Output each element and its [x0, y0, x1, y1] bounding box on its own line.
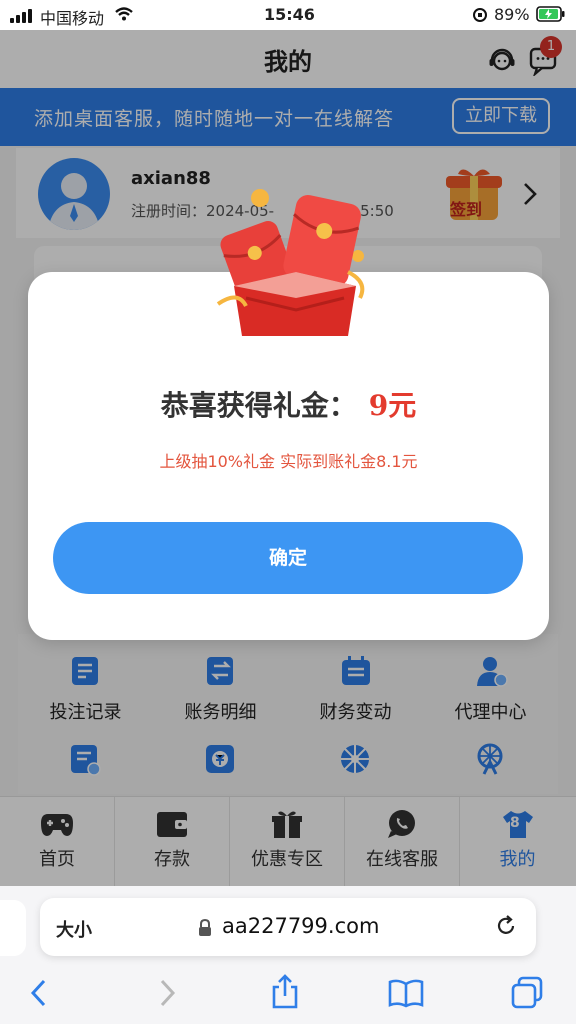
forward-icon[interactable] [154, 978, 178, 1008]
browser-toolbar: 大小 aa227799.com [0, 886, 576, 1024]
signal-icon [10, 9, 32, 23]
reward-subtitle: 上级抽10%礼金 实际到账礼金8.1元 [159, 452, 418, 471]
reward-title: 恭喜获得礼金： 9元 [160, 389, 417, 422]
address-bar[interactable]: 大小 aa227799.com [40, 898, 536, 956]
bookmarks-icon[interactable] [388, 978, 424, 1008]
url-text: aa227799.com [222, 914, 380, 938]
reload-icon[interactable] [494, 914, 518, 938]
battery-percent: 89% [494, 5, 530, 24]
lock-icon [199, 919, 211, 936]
previous-tab-peek[interactable] [0, 900, 26, 956]
tabs-icon[interactable] [510, 976, 544, 1010]
clock: 15:46 [264, 5, 315, 24]
status-bar: 中国移动 15:46 89% [0, 0, 576, 30]
share-icon[interactable] [270, 974, 300, 1010]
carrier-name: 中国移动 [40, 9, 105, 28]
battery-charging-icon [536, 6, 565, 22]
reward-amount: 9元 [368, 389, 417, 422]
back-icon[interactable] [28, 978, 52, 1008]
wifi-icon [115, 7, 133, 21]
text-size-button[interactable]: 大小 [56, 916, 92, 942]
red-envelope-gift-icon [216, 189, 365, 336]
rotation-lock-icon [473, 8, 487, 22]
confirm-button[interactable]: 确定 [53, 522, 523, 594]
